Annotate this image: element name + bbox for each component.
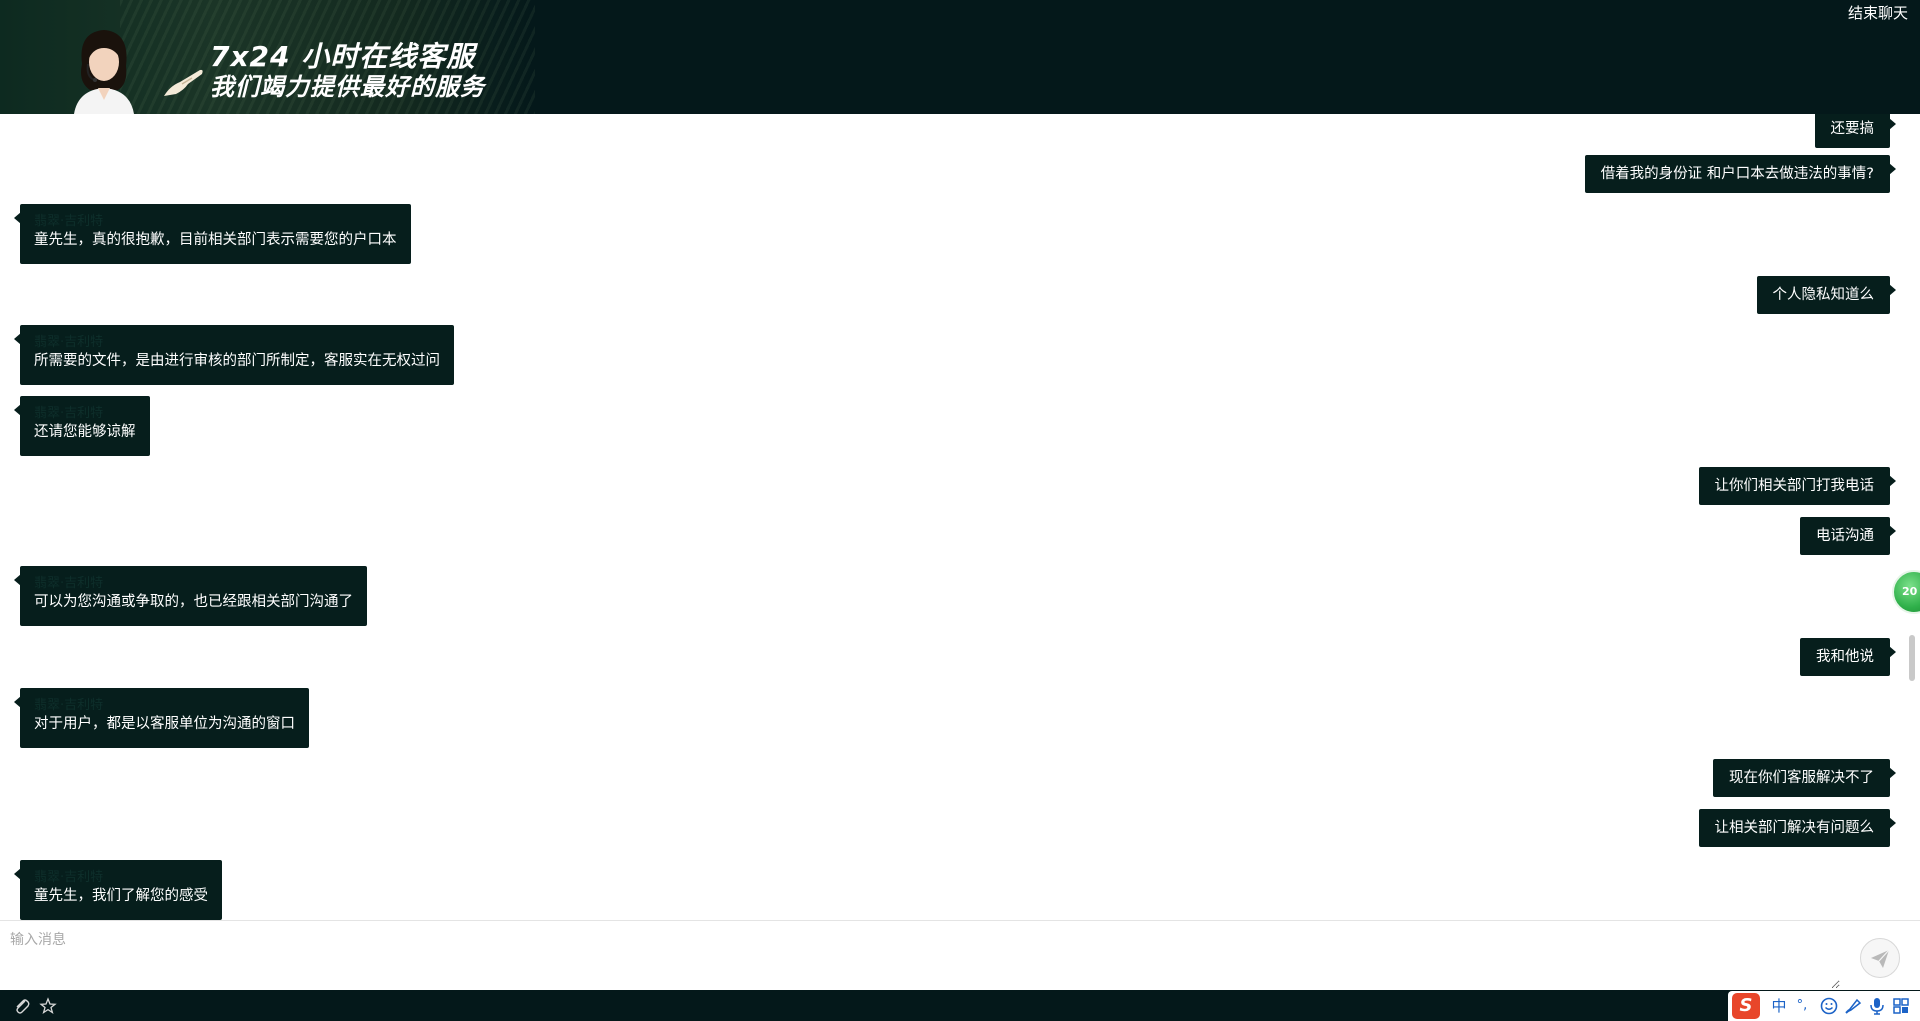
paperclip-icon[interactable] xyxy=(13,997,31,1015)
message-text: 还请您能够谅解 xyxy=(34,424,136,440)
ime-toolbar: S 中 °, xyxy=(1728,991,1920,1021)
message-text: 可以为您沟通或争取的，也已经跟相关部门沟通了 xyxy=(34,594,353,610)
sender-name: 翡翠·吉利特 xyxy=(34,870,104,885)
message-bubble-outgoing: 还要搞 xyxy=(1814,114,1896,148)
message-bubble-outgoing: 让相关部门解决有问题么 xyxy=(1698,809,1896,847)
message-text: 让相关部门解决有问题么 xyxy=(1714,820,1875,836)
message-text: 让你们相关部门打我电话 xyxy=(1714,478,1875,494)
end-chat-button[interactable]: 结束聊天 xyxy=(1848,3,1908,23)
message-bubble-incoming: 翡翠·吉利特 还请您能够谅解 xyxy=(14,396,150,456)
grid-icon[interactable] xyxy=(1890,995,1912,1017)
floating-badge[interactable]: 20 xyxy=(1892,570,1920,614)
ime-logo[interactable]: S xyxy=(1732,993,1760,1019)
message-bubble-outgoing: 让你们相关部门打我电话 xyxy=(1698,467,1896,505)
message-bubble-incoming: 翡翠·吉利特 童先生，我们了解您的感受 xyxy=(14,860,222,920)
sender-name: 翡翠·吉利特 xyxy=(34,576,104,591)
pointing-hand-icon xyxy=(164,69,203,96)
message-bubble-incoming: 翡翠·吉利特 所需要的文件，是由进行审核的部门所制定，客服实在无权过问 xyxy=(14,325,454,385)
sender-name: 翡翠·吉利特 xyxy=(34,698,104,713)
message-composer xyxy=(0,920,1920,990)
message-text: 所需要的文件，是由进行审核的部门所制定，客服实在无权过问 xyxy=(34,353,440,369)
message-text: 我和他说 xyxy=(1816,649,1874,665)
send-button[interactable] xyxy=(1860,938,1900,978)
sender-name: 翡翠·吉利特 xyxy=(34,214,104,229)
message-bubble-outgoing: 电话沟通 xyxy=(1800,517,1896,555)
message-text: 现在你们客服解决不了 xyxy=(1729,770,1874,786)
chat-header: 7x24 小时在线客服 我们竭力提供最好的服务 结束聊天 xyxy=(0,0,1920,114)
chat-toolbar: S 中 °, xyxy=(0,990,1920,1021)
message-text: 借着我的身份证 和户口本去做违法的事情? xyxy=(1600,166,1874,182)
microphone-icon[interactable] xyxy=(1866,995,1888,1017)
sender-name: 翡翠·吉利特 xyxy=(34,406,104,421)
message-text: 对于用户，都是以客服单位为沟通的窗口 xyxy=(34,716,295,732)
message-text: 电话沟通 xyxy=(1816,528,1874,544)
message-bubble-incoming: 翡翠·吉利特 童先生，真的很抱歉，目前相关部门表示需要您的户口本 xyxy=(14,204,411,264)
paper-plane-icon xyxy=(1871,949,1890,968)
message-text: 童先生，真的很抱歉，目前相关部门表示需要您的户口本 xyxy=(34,232,397,248)
star-icon[interactable] xyxy=(39,997,57,1015)
message-text: 还要搞 xyxy=(1830,121,1875,137)
message-bubble-incoming: 翡翠·吉利特 对于用户，都是以客服单位为沟通的窗口 xyxy=(14,688,309,748)
brush-icon[interactable] xyxy=(1842,995,1864,1017)
message-bubble-outgoing: 借着我的身份证 和户口本去做违法的事情? xyxy=(1584,155,1897,193)
message-bubble-outgoing: 我和他说 xyxy=(1800,638,1896,676)
ime-punctuation-toggle[interactable]: °, xyxy=(1790,995,1814,1017)
banner-subtitle: 我们竭力提供最好的服务 xyxy=(210,73,485,101)
agent-avatar xyxy=(74,30,134,114)
message-text: 个人隐私知道么 xyxy=(1772,287,1875,303)
message-bubble-outgoing: 现在你们客服解决不了 xyxy=(1713,759,1896,797)
message-bubble-outgoing: 个人隐私知道么 xyxy=(1756,276,1896,314)
sender-name: 翡翠·吉利特 xyxy=(34,335,104,350)
scrollbar-thumb[interactable] xyxy=(1909,635,1915,681)
message-text: 童先生，我们了解您的感受 xyxy=(34,888,208,904)
ime-mode-toggle[interactable]: 中 xyxy=(1768,995,1790,1017)
message-input[interactable] xyxy=(0,921,1840,989)
smiley-icon[interactable] xyxy=(1818,995,1840,1017)
service-banner: 7x24 小时在线客服 我们竭力提供最好的服务 xyxy=(0,0,535,114)
message-list[interactable]: 还要搞 借着我的身份证 和户口本去做违法的事情? 翡翠·吉利特 童先生，真的很抱… xyxy=(0,114,1920,920)
banner-title: 7x24 小时在线客服 xyxy=(210,40,476,73)
message-bubble-incoming: 翡翠·吉利特 可以为您沟通或争取的，也已经跟相关部门沟通了 xyxy=(14,566,367,626)
